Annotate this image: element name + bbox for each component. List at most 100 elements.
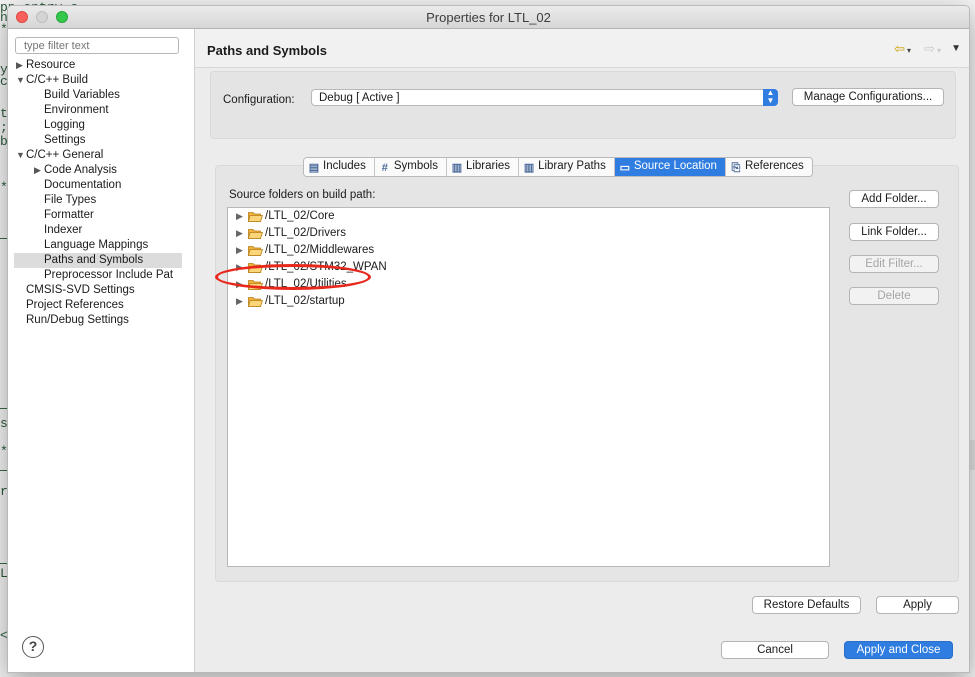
configuration-label: Configuration:: [223, 94, 295, 106]
configuration-select[interactable]: Debug [ Active ] ▲ ▼: [311, 89, 778, 106]
sidebar-item-formatter[interactable]: Formatter: [14, 208, 182, 223]
sidebar-item-build-variables[interactable]: Build Variables: [14, 88, 182, 103]
libraries-icon: ▥: [451, 162, 463, 174]
sidebar-item-label: File Types: [44, 194, 97, 206]
sidebar-item-label: Indexer: [44, 224, 83, 236]
expand-triangle-icon[interactable]: ▶: [34, 163, 41, 178]
expand-triangle-icon[interactable]: ▶: [236, 259, 243, 276]
collapse-triangle-icon[interactable]: ▼: [16, 148, 25, 163]
source-folder-row[interactable]: ▶ /LTL_02/Middlewares: [228, 242, 829, 259]
sidebar-item-project-references[interactable]: Project References: [14, 298, 182, 313]
sidebar-item-file-types[interactable]: File Types: [14, 193, 182, 208]
source-folders-label: Source folders on build path:: [229, 189, 376, 201]
sidebar-item-label: Formatter: [44, 209, 94, 221]
tab-label: Symbols: [393, 160, 438, 172]
tab-libraries[interactable]: ▥ Libraries: [446, 158, 520, 176]
expand-triangle-icon[interactable]: ▶: [236, 242, 243, 259]
source-location-icon: ▭: [619, 162, 631, 174]
source-folder-path: /LTL_02/startup: [265, 295, 345, 307]
restore-defaults-button[interactable]: Restore Defaults: [752, 596, 861, 614]
sidebar-item-language-mappings[interactable]: Language Mappings: [14, 238, 182, 253]
delete-button[interactable]: Delete: [849, 287, 939, 305]
source-folder-row[interactable]: ▶ /LTL_02/Drivers: [228, 225, 829, 242]
configuration-value: Debug [ Active ]: [319, 92, 400, 104]
sidebar-item-preprocessor-include-pat[interactable]: Preprocessor Include Pat: [14, 268, 182, 283]
cancel-button[interactable]: Cancel: [721, 641, 829, 659]
tab-references[interactable]: ⎘ References: [725, 158, 812, 176]
sidebar-item-documentation[interactable]: Documentation: [14, 178, 182, 193]
source-folder-path: /LTL_02/Core: [265, 210, 335, 222]
expand-triangle-icon[interactable]: ▶: [236, 276, 243, 293]
sidebar-item-label: Code Analysis: [44, 164, 117, 176]
folder-icon: [248, 297, 263, 307]
tab-label: Includes: [323, 160, 366, 172]
sidebar-item-resource[interactable]: ▶ Resource: [14, 58, 182, 73]
view-menu-icon[interactable]: ▼: [951, 43, 961, 54]
folder-icon: [248, 263, 263, 273]
tab-label: Libraries: [465, 160, 511, 172]
sidebar-item-label: CMSIS-SVD Settings: [26, 284, 135, 296]
expand-triangle-icon[interactable]: ▶: [236, 293, 243, 310]
source-folder-path: /LTL_02/Drivers: [265, 227, 346, 239]
source-folders-list[interactable]: ▶ /LTL_02/Core ▶ /LTL_02/Drivers ▶ /LTL_02/Mi…: [227, 207, 830, 567]
tab-label: Source Location: [633, 160, 717, 172]
window-title: Properties for LTL_02: [426, 10, 551, 25]
sidebar-item-label: Build Variables: [44, 89, 120, 101]
folder-icon: [248, 246, 263, 256]
folder-icon: [248, 212, 263, 222]
manage-configurations-button[interactable]: Manage Configurations...: [792, 88, 944, 106]
sidebar-item-c-c-general[interactable]: ▼ C/C++ General: [14, 148, 182, 163]
includes-icon: ▤: [308, 162, 320, 174]
folder-icon: [248, 229, 263, 239]
tab-label: Library Paths: [538, 160, 606, 172]
sidebar-item-label: Resource: [26, 59, 76, 71]
sidebar-item-label: Logging: [44, 119, 85, 131]
sidebar-item-label: C/C++ Build: [26, 74, 89, 86]
back-dropdown-caret[interactable]: ▾: [907, 46, 911, 55]
references-icon: ⎘: [731, 162, 741, 174]
source-folder-path: /LTL_02/STM32_WPAN: [265, 261, 387, 273]
link-folder-button[interactable]: Link Folder...: [849, 223, 939, 241]
expand-triangle-icon[interactable]: ▶: [236, 225, 243, 242]
filter-input[interactable]: [15, 37, 179, 54]
sidebar-item-paths-and-symbols[interactable]: Paths and Symbols: [14, 253, 182, 268]
source-folder-path: /LTL_02/Utilities: [265, 278, 347, 290]
sidebar-item-run-debug-settings[interactable]: Run/Debug Settings: [14, 313, 182, 328]
source-folder-path: /LTL_02/Middlewares: [265, 244, 375, 256]
source-folder-row[interactable]: ▶ /LTL_02/startup: [228, 293, 829, 310]
tab-library-paths[interactable]: ▥ Library Paths: [519, 158, 615, 176]
source-folder-row[interactable]: ▶ /LTL_02/Utilities: [228, 276, 829, 293]
expand-triangle-icon[interactable]: ▶: [236, 208, 243, 225]
help-icon[interactable]: ?: [22, 636, 44, 658]
collapse-triangle-icon[interactable]: ▼: [16, 73, 25, 88]
source-folder-row[interactable]: ▶ /LTL_02/STM32_WPAN: [228, 259, 829, 276]
sidebar-item-logging[interactable]: Logging: [14, 118, 182, 133]
forward-nav[interactable]: ⇨ ▾: [924, 41, 941, 57]
apply-and-close-button[interactable]: Apply and Close: [844, 641, 953, 659]
sidebar-item-settings[interactable]: Settings: [14, 133, 182, 148]
edit-filter-button[interactable]: Edit Filter...: [849, 255, 939, 273]
sidebar-item-label: Preprocessor Include Pat: [44, 269, 174, 281]
properties-dialog: Properties for LTL_02 ▶Resource▼C/C++ Bu…: [7, 5, 970, 673]
sidebar-item-indexer[interactable]: Indexer: [14, 223, 182, 238]
sidebar-item-cmsis-svd-settings[interactable]: CMSIS-SVD Settings: [14, 283, 182, 298]
tab-source-location[interactable]: ▭ Source Location: [614, 158, 726, 176]
folder-icon: [248, 280, 263, 290]
sidebar-item-label: Run/Debug Settings: [26, 314, 129, 326]
source-folder-row[interactable]: ▶ /LTL_02/Core: [228, 208, 829, 225]
back-arrow-icon: ⇦: [894, 41, 905, 56]
expand-triangle-icon[interactable]: ▶: [16, 58, 23, 73]
sidebar-item-label: Project References: [26, 299, 124, 311]
back-nav[interactable]: ⇦ ▾: [894, 41, 911, 57]
sidebar-item-c-c-build[interactable]: ▼ C/C++ Build: [14, 73, 182, 88]
tab-includes[interactable]: ▤ Includes: [304, 158, 375, 176]
tab-bar: ▤ Includes # Symbols ▥ Libraries ▥ Library Path…: [303, 157, 813, 177]
sidebar-item-code-analysis[interactable]: ▶ Code Analysis: [14, 163, 182, 178]
forward-dropdown-caret[interactable]: ▾: [937, 46, 941, 55]
sidebar-item-label: Language Mappings: [44, 239, 149, 251]
apply-button[interactable]: Apply: [876, 596, 959, 614]
add-folder-button[interactable]: Add Folder...: [849, 190, 939, 208]
sidebar-item-label: Environment: [44, 104, 109, 116]
tab-symbols[interactable]: # Symbols: [374, 158, 447, 176]
sidebar-item-environment[interactable]: Environment: [14, 103, 182, 118]
